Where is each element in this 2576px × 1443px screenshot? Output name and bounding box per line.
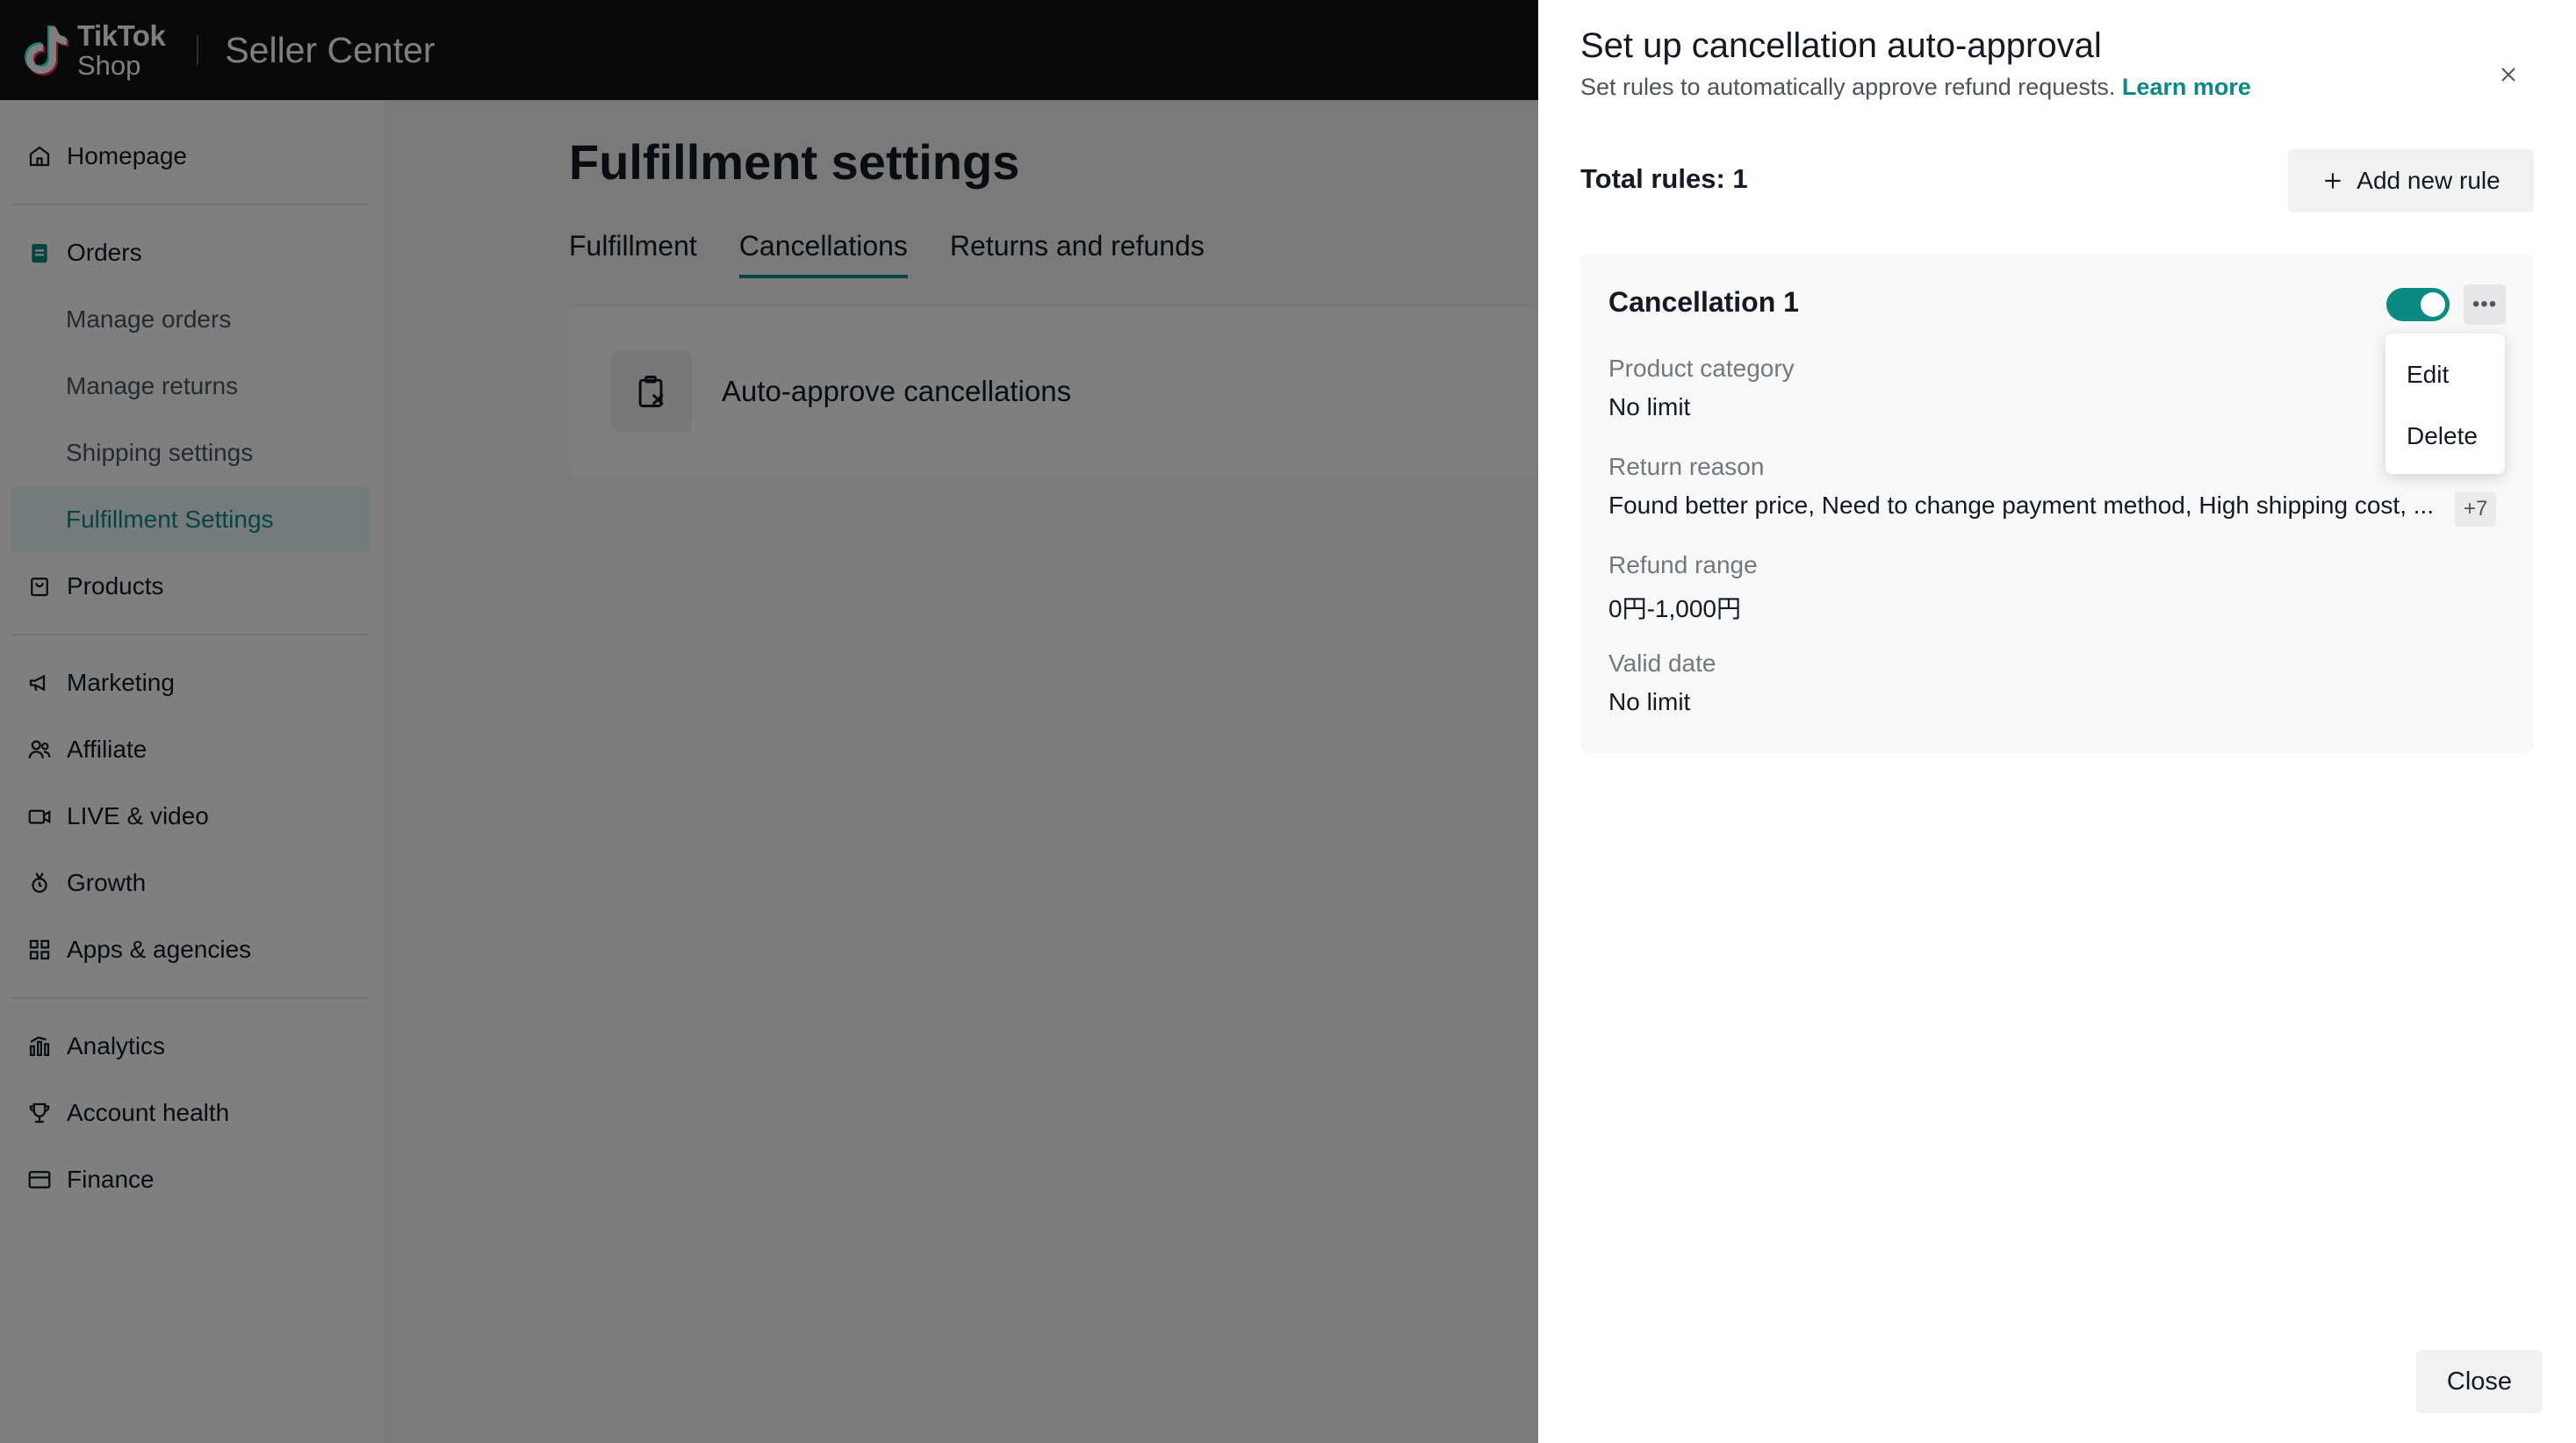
rule-actions-menu: Edit Delete <box>2385 334 2505 474</box>
rule-name: Cancellation 1 <box>1608 286 1799 318</box>
rule-card: Cancellation 1 ••• Product category No l… <box>1580 255 2534 753</box>
drawer-title: Set up cancellation auto-approval <box>1580 26 2102 65</box>
menu-item-delete[interactable]: Delete <box>2385 406 2505 467</box>
field-value-product-category: No limit <box>1608 393 1691 420</box>
auto-approval-drawer: Set up cancellation auto-approval Set ru… <box>1538 0 2576 1443</box>
total-rules: Total rules: 1 <box>1580 163 1748 194</box>
field-value-return-reason: Found better price, Need to change payme… <box>1608 492 2435 519</box>
add-new-rule-button[interactable]: Add new rule <box>2288 149 2534 212</box>
app-root: TikTok Shop Seller Center Homepage Order… <box>0 0 2576 1443</box>
more-options-button[interactable]: ••• <box>2464 284 2506 325</box>
field-label-product-category: Product category <box>1608 355 1795 382</box>
field-label-return-reason: Return reason <box>1608 453 1765 480</box>
drawer-subtitle: Set rules to automatically approve refun… <box>1580 74 2251 101</box>
close-button[interactable]: Close <box>2416 1350 2543 1413</box>
toggle-knob <box>2421 292 2445 317</box>
close-icon[interactable] <box>2495 61 2522 88</box>
field-label-valid-date: Valid date <box>1608 650 1716 677</box>
field-value-valid-date: No limit <box>1608 688 1691 715</box>
rule-enabled-toggle[interactable] <box>2386 288 2450 321</box>
field-value-refund-range: 0円-1,000円 <box>1608 595 1741 622</box>
menu-item-edit[interactable]: Edit <box>2385 344 2505 406</box>
modal-overlay[interactable] <box>0 0 1538 1443</box>
field-label-refund-range: Refund range <box>1608 551 1758 578</box>
plus-icon <box>2325 173 2341 189</box>
ellipsis-icon: ••• <box>2472 292 2498 316</box>
learn-more-link[interactable]: Learn more <box>2122 74 2251 100</box>
return-reason-more-badge[interactable]: +7 <box>2455 492 2497 527</box>
drawer-subtitle-text: Set rules to automatically approve refun… <box>1580 74 2116 100</box>
add-new-rule-label: Add new rule <box>2357 167 2500 194</box>
